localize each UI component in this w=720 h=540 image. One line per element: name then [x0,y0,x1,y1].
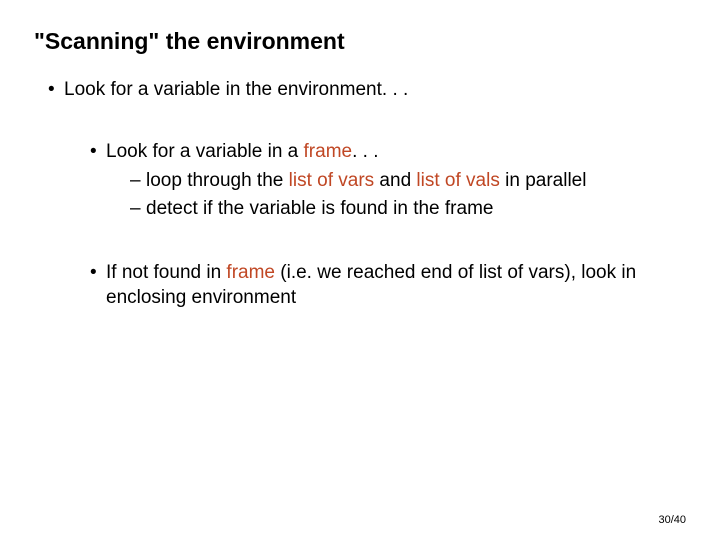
keyword-list-of-vars: list of vars [289,170,375,191]
slide-title: "Scanning" the environment [34,28,686,55]
text-fragment: loop through the [146,170,289,191]
keyword-list-of-vals: list of vals [416,170,499,191]
bullet-level3: loop through the list of vars and list o… [130,168,686,194]
text-fragment: If not found in [106,262,226,283]
slide: "Scanning" the environment Look for a va… [0,0,720,540]
text-fragment: Look for a variable in a [106,141,304,162]
bullet-level2: Look for a variable in a frame. . . [90,139,686,165]
keyword-frame: frame [304,141,353,162]
spacer [34,224,686,260]
keyword-frame: frame [226,262,275,283]
bullet-level1: Look for a variable in the environment. … [48,77,686,103]
text-fragment: . . . [352,141,378,162]
text-fragment: in parallel [500,170,587,191]
bullet-level3: detect if the variable is found in the f… [130,196,686,222]
page-number: 30/40 [658,514,686,526]
bullet-level2: If not found in frame (i.e. we reached e… [90,260,686,311]
text-fragment: and [374,170,416,191]
